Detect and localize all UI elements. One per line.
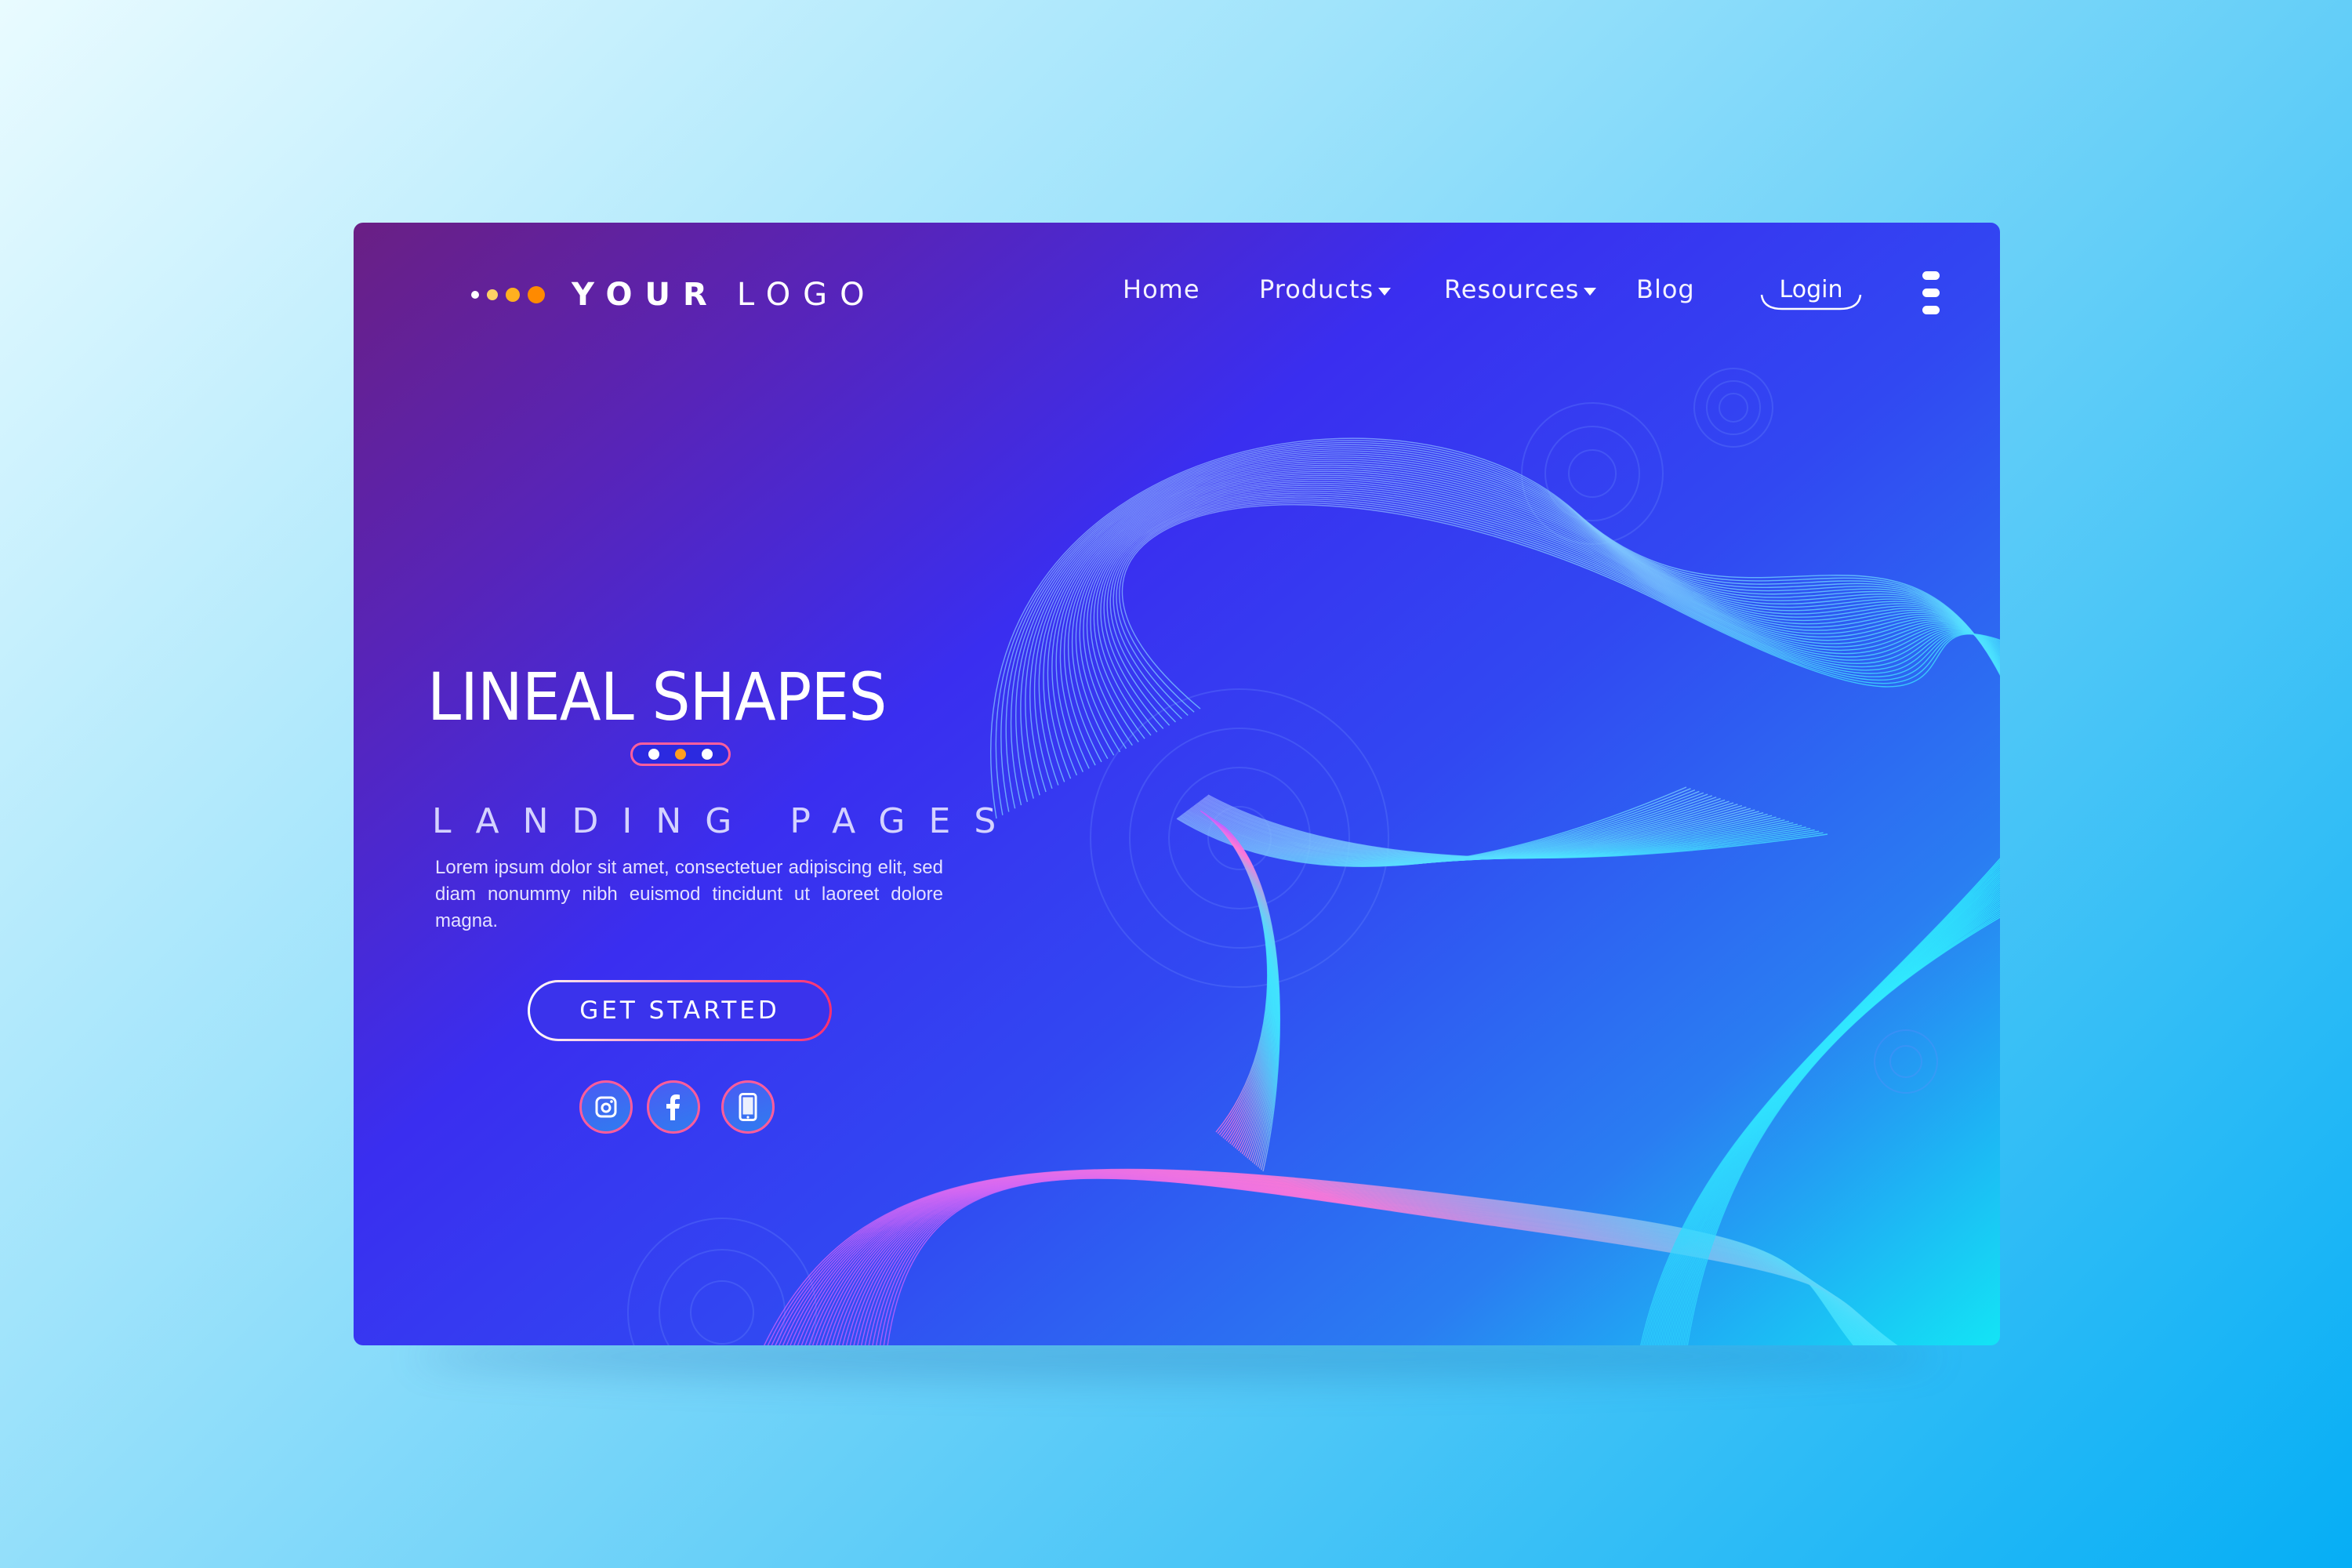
nav-products-label: Products <box>1259 274 1374 304</box>
nav-blog[interactable]: Blog <box>1636 274 1695 304</box>
instagram-icon <box>595 1096 617 1118</box>
logo-text-light: LOGO <box>736 277 877 313</box>
nav-products[interactable]: Products <box>1259 274 1392 304</box>
logo-dot <box>487 289 498 300</box>
top-navigation: YOUR LOGO Home Products Resources Blog L… <box>354 223 2000 364</box>
login-label: Login <box>1779 276 1843 303</box>
nav-resources[interactable]: Resources <box>1444 274 1597 304</box>
chevron-down-icon <box>1584 288 1597 296</box>
nav-blog-label: Blog <box>1636 274 1695 304</box>
menu-icon[interactable] <box>1920 271 1942 323</box>
slide-dot[interactable] <box>648 749 659 760</box>
logo-text-bold: YOUR <box>572 277 720 313</box>
lineal-shapes-artwork <box>627 368 2000 1345</box>
slide-dot[interactable] <box>702 749 713 760</box>
logo-dot <box>506 288 520 302</box>
facebook-icon <box>666 1094 680 1120</box>
chevron-down-icon <box>1378 288 1392 296</box>
login-button[interactable]: Login <box>1759 271 1864 312</box>
hero-subtitle: LANDING PAGES <box>432 801 1020 841</box>
logo-dot <box>528 286 545 303</box>
logo-dot <box>471 291 479 299</box>
slide-indicator[interactable] <box>630 742 731 766</box>
nav-resources-label: Resources <box>1444 274 1580 304</box>
hero-title: LINEAL SHAPES <box>427 659 887 735</box>
facebook-button[interactable] <box>647 1080 700 1134</box>
nav-home[interactable]: Home <box>1123 274 1200 304</box>
nav-home-label: Home <box>1123 274 1200 304</box>
logo[interactable]: YOUR LOGO <box>471 271 877 318</box>
slide-dot[interactable] <box>675 749 686 760</box>
logo-dots <box>471 286 545 303</box>
phone-icon <box>739 1093 757 1121</box>
landing-page-card: YOUR LOGO Home Products Resources Blog L… <box>354 223 2000 1345</box>
instagram-button[interactable] <box>579 1080 633 1134</box>
hero-description: Lorem ipsum dolor sit amet, consectetuer… <box>435 857 943 931</box>
get-started-button[interactable]: GET STARTED <box>528 980 832 1041</box>
phone-button[interactable] <box>721 1080 775 1134</box>
